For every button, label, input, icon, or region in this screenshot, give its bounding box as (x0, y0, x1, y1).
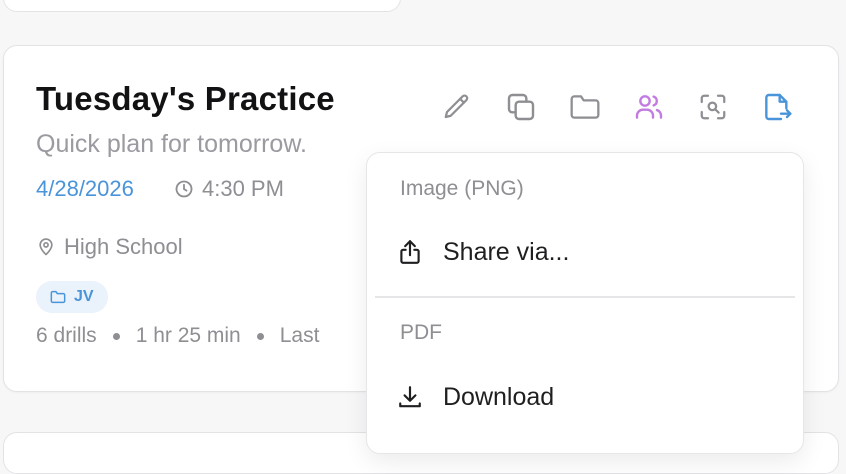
team-tag-label: JV (74, 288, 94, 305)
practice-stats: 6 drills 1 hr 25 min Last (36, 324, 319, 348)
pdf-header: PDF (400, 321, 442, 344)
last-used: Last (279, 324, 320, 347)
download-label: Download (443, 382, 555, 411)
practice-location-label: High School (64, 234, 183, 259)
image-png-header: Image (PNG) (400, 177, 524, 200)
download-menu-item[interactable]: Download (397, 375, 777, 419)
practice-title: Tuesday's Practice (36, 80, 335, 117)
folder-icon (50, 290, 66, 304)
clock-icon (175, 180, 193, 198)
edit-button[interactable] (440, 90, 474, 124)
practice-duration: 1 hr 25 min (135, 324, 241, 347)
practice-date[interactable]: 4/28/2026 (36, 176, 134, 202)
download-icon (399, 386, 421, 408)
scan-icon (700, 94, 726, 120)
duplicate-button[interactable] (504, 90, 538, 124)
team-tag[interactable]: JV (36, 281, 108, 313)
move-to-folder-button[interactable] (568, 90, 602, 124)
share-via-menu-item[interactable]: Share via... (397, 230, 777, 274)
scan-button[interactable] (696, 90, 730, 124)
practice-time-label: 4:30 PM (202, 176, 284, 201)
copy-icon (507, 93, 535, 121)
separator-dot (112, 332, 120, 340)
share-with-team-button[interactable] (632, 90, 666, 124)
separator-dot (256, 332, 264, 340)
card-actions (440, 90, 794, 124)
share-via-label: Share via... (443, 237, 570, 266)
folder-icon (570, 95, 600, 119)
drill-count: 6 drills (36, 324, 97, 347)
menu-divider (375, 296, 795, 298)
previous-card[interactable] (3, 0, 401, 12)
practice-location: High School (36, 234, 183, 260)
users-icon (635, 95, 663, 119)
pencil-icon (444, 94, 469, 119)
export-menu: Image (PNG) Share via... PDF Download (366, 152, 804, 454)
practice-subtitle: Quick plan for tomorrow. (36, 130, 307, 158)
practice-time: 4:30 PM (174, 176, 284, 202)
location-pin-icon (39, 238, 53, 256)
export-icon (765, 93, 792, 121)
share-icon (400, 240, 420, 264)
export-button[interactable] (760, 90, 794, 124)
